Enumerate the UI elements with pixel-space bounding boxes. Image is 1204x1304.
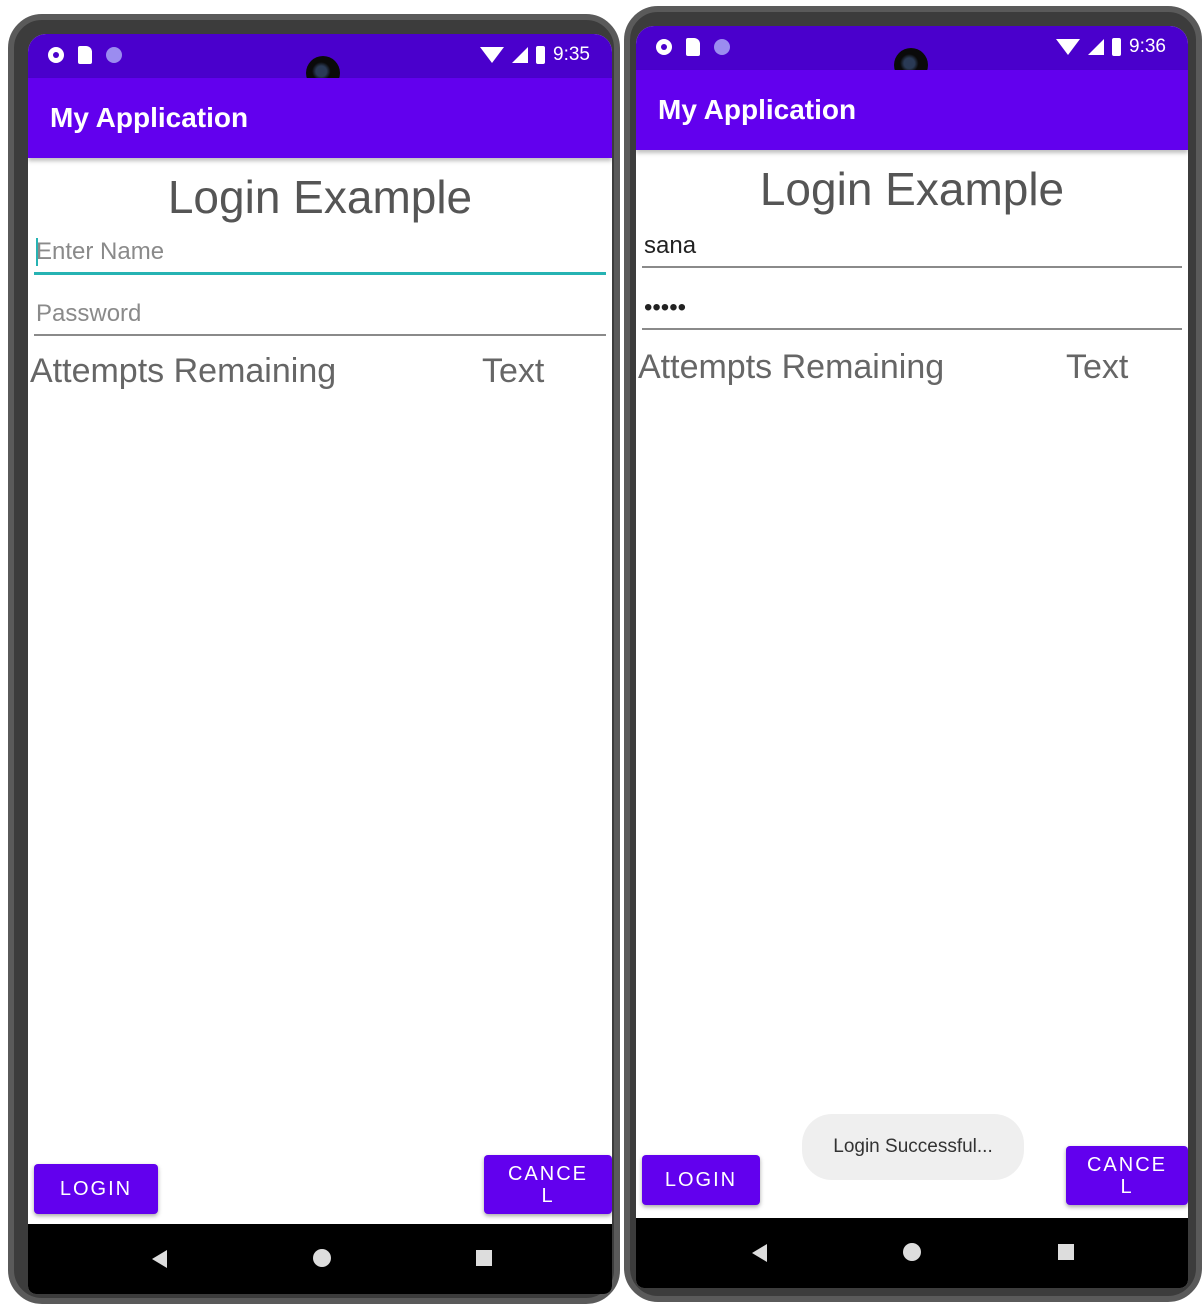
circle-icon <box>714 39 730 55</box>
signal-icon <box>1088 39 1105 55</box>
password-input-value: ••••• <box>644 294 687 321</box>
signal-icon <box>512 47 529 63</box>
sd-card-icon <box>686 38 700 56</box>
cancel-button[interactable]: CANCE L <box>484 1155 612 1214</box>
page-title: Login Example <box>759 163 1065 215</box>
sd-card-icon <box>78 46 92 64</box>
gear-icon <box>48 47 64 63</box>
status-time: 9:35 <box>553 44 590 65</box>
home-icon[interactable] <box>903 1243 921 1261</box>
app-title: My Application <box>658 94 857 125</box>
password-input[interactable]: Password <box>34 294 606 336</box>
name-input-placeholder: Enter Name <box>36 238 165 265</box>
app-bar: My Application <box>636 70 1188 150</box>
navigation-bar <box>28 1224 612 1294</box>
attempts-label: Attempts Remaining <box>638 348 945 386</box>
name-input[interactable]: sana <box>642 226 1182 268</box>
recents-icon[interactable] <box>476 1250 492 1266</box>
login-button[interactable]: LOGIN <box>34 1164 158 1214</box>
attempts-value: Text <box>482 352 545 390</box>
name-input[interactable]: Enter Name <box>34 232 606 275</box>
wifi-icon <box>1056 39 1081 55</box>
phone-frame-left: 9:35 My Application Login Example Enter … <box>8 14 620 1304</box>
phone-frame-right: 9:36 My Application Login Example sana •… <box>624 6 1202 1302</box>
screen-right: 9:36 My Application Login Example sana •… <box>636 26 1188 1288</box>
login-button[interactable]: LOGIN <box>642 1155 760 1205</box>
screen-left: 9:35 My Application Login Example Enter … <box>28 34 612 1294</box>
home-icon[interactable] <box>313 1249 331 1267</box>
circle-icon <box>106 47 122 63</box>
wifi-icon <box>480 47 505 63</box>
password-input-placeholder: Password <box>36 300 142 327</box>
battery-icon <box>1112 38 1122 56</box>
password-input[interactable]: ••••• <box>642 288 1182 330</box>
attempts-value: Text <box>1066 348 1129 386</box>
toast-message: Login Successful... <box>802 1114 1024 1180</box>
attempts-label: Attempts Remaining <box>30 352 337 390</box>
app-title: My Application <box>50 102 249 133</box>
gear-icon <box>656 39 672 55</box>
recents-icon[interactable] <box>1058 1244 1074 1260</box>
page-title: Login Example <box>167 171 473 223</box>
navigation-bar <box>636 1218 1188 1288</box>
name-input-value: sana <box>644 232 697 259</box>
back-icon[interactable] <box>752 1244 767 1262</box>
back-icon[interactable] <box>152 1250 167 1268</box>
cancel-button[interactable]: CANCE L <box>1066 1146 1188 1205</box>
app-bar: My Application <box>28 78 612 158</box>
battery-icon <box>536 46 546 64</box>
status-time: 9:36 <box>1129 36 1166 57</box>
